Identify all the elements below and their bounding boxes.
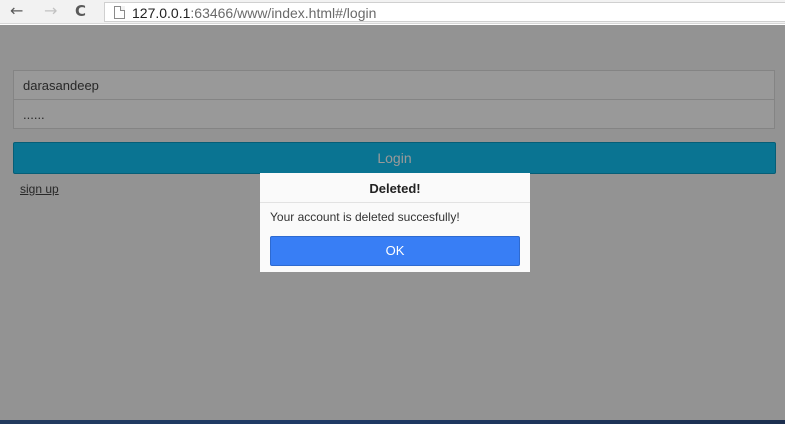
- forward-arrow-icon[interactable]: →: [44, 2, 57, 20]
- popup-divider: [260, 202, 530, 203]
- popup-message: Your account is deleted succesfully!: [270, 210, 460, 224]
- popup-title: Deleted!: [369, 181, 421, 196]
- alert-popup: Deleted! Your account is deleted succesf…: [260, 173, 530, 272]
- address-url[interactable]: 127.0.0.1:63466/www/index.html#/login: [132, 5, 376, 21]
- url-host: 127.0.0.1: [132, 5, 191, 21]
- browser-toolbar: ← → C 127.0.0.1:63466/www/index.html#/lo…: [0, 0, 785, 24]
- address-bar[interactable]: 127.0.0.1:63466/www/index.html#/login: [104, 2, 785, 22]
- reload-icon[interactable]: C: [75, 2, 86, 20]
- back-arrow-icon[interactable]: ←: [10, 2, 23, 20]
- taskbar-strip: [0, 420, 785, 424]
- page-icon: [114, 6, 125, 19]
- page-viewport: Login sign up Deleted! Your account is d…: [0, 25, 785, 424]
- ok-button[interactable]: OK: [270, 236, 520, 266]
- url-path: :63466/www/index.html#/login: [190, 5, 377, 21]
